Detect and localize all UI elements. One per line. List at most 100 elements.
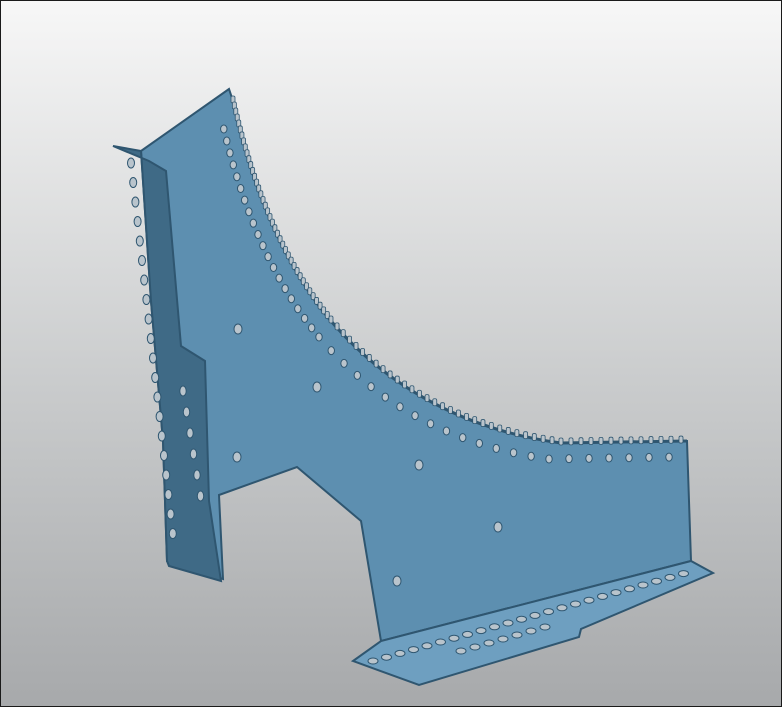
mounting-hole — [307, 323, 316, 333]
mounting-hole — [133, 216, 142, 227]
mounting-hole — [264, 252, 272, 262]
edge-tooth — [472, 416, 478, 424]
mounting-hole — [392, 575, 402, 587]
mounting-hole — [396, 402, 404, 412]
edge-tooth — [497, 424, 503, 433]
edge-tooth — [464, 413, 469, 421]
mounting-hole — [570, 600, 581, 608]
mounting-hole — [610, 589, 622, 597]
edge-tooth — [480, 419, 486, 427]
mounting-hole — [543, 608, 554, 616]
mounting-hole — [492, 443, 500, 453]
edge-tooth — [373, 359, 379, 368]
mounting-hole — [414, 459, 424, 471]
mounting-hole — [624, 585, 635, 593]
mounting-hole — [678, 570, 689, 578]
mounting-hole — [259, 241, 267, 251]
mounting-hole — [166, 508, 175, 520]
mounting-hole — [232, 451, 242, 463]
edge-tooth — [598, 436, 604, 445]
mounting-hole — [220, 124, 228, 134]
mounting-hole — [149, 352, 157, 364]
mounting-hole — [281, 284, 289, 294]
mounting-hole — [162, 469, 171, 481]
mounting-hole — [249, 218, 258, 228]
mounting-hole — [353, 370, 362, 380]
mounting-hole — [294, 304, 302, 314]
mounting-hole — [435, 638, 446, 646]
edge-tooth — [505, 427, 511, 435]
3d-viewport[interactable] — [0, 0, 782, 707]
mounting-hole — [509, 448, 518, 458]
mounting-hole — [665, 452, 673, 462]
mounting-hole — [583, 596, 595, 604]
edge-tooth — [360, 348, 366, 356]
mounting-hole — [135, 235, 144, 247]
mounting-hole — [182, 406, 191, 418]
mounting-hole — [129, 177, 138, 188]
edge-tooth — [488, 421, 494, 430]
mounting-hole — [142, 294, 151, 305]
bracket-main-face[interactable] — [139, 87, 693, 643]
mounting-hole — [483, 639, 495, 647]
mounting-hole — [327, 346, 335, 356]
mounting-hole — [146, 333, 155, 344]
edge-tooth — [340, 329, 346, 338]
mounting-hole — [529, 611, 541, 619]
mounting-hole — [287, 294, 296, 304]
mounting-hole — [240, 195, 249, 205]
mounting-hole — [448, 634, 460, 642]
mounting-hole — [196, 490, 205, 502]
mounting-hole — [469, 643, 481, 651]
edge-tooth — [540, 434, 546, 443]
mounting-hole — [186, 427, 194, 439]
edge-tooth — [394, 375, 400, 384]
edge-tooth — [448, 406, 453, 414]
mounting-hole — [637, 581, 649, 589]
mounting-hole — [664, 573, 676, 581]
mounting-hole — [151, 372, 160, 383]
mounting-hole — [539, 623, 551, 631]
mounting-hole — [236, 183, 245, 193]
mounting-hole — [226, 148, 234, 158]
edge-tooth — [353, 342, 359, 350]
edge-tooth — [549, 436, 555, 445]
mounting-hole — [138, 255, 146, 266]
mounting-hole — [565, 454, 573, 464]
mounting-hole — [229, 160, 238, 170]
mounting-hole — [497, 635, 509, 643]
mounting-hole — [651, 577, 662, 585]
mounting-hole — [168, 528, 177, 539]
edge-tooth — [424, 394, 430, 403]
edge-tooth — [588, 437, 594, 445]
mounting-hole — [394, 649, 406, 657]
mounting-hole — [245, 207, 253, 217]
edge-tooth — [558, 437, 564, 446]
mounting-hole — [269, 263, 278, 273]
edge-tooth — [531, 433, 537, 441]
mounting-hole — [193, 469, 201, 481]
mounting-hole — [421, 642, 433, 650]
edge-tooth — [417, 389, 422, 398]
sheet-metal-bracket-model[interactable] — [1, 1, 781, 706]
mounting-hole — [455, 647, 467, 655]
edge-tooth — [334, 322, 340, 331]
edge-tooth — [618, 436, 624, 445]
mounting-hole — [315, 332, 323, 342]
mounting-hole — [426, 419, 435, 429]
mounting-hole — [545, 454, 553, 464]
edge-tooth — [440, 402, 445, 411]
edge-tooth — [409, 385, 415, 394]
mounting-hole — [511, 631, 523, 639]
edge-tooth — [608, 436, 614, 445]
mounting-hole — [625, 453, 633, 463]
mounting-hole — [493, 521, 503, 533]
mounting-hole — [300, 313, 309, 323]
mounting-hole — [475, 627, 487, 635]
edge-tooth — [578, 437, 584, 446]
edge-tooth — [678, 435, 684, 444]
mounting-hole — [312, 381, 322, 393]
mounting-hole — [140, 274, 149, 286]
mounting-hole — [459, 433, 467, 443]
mounting-hole — [155, 411, 164, 422]
